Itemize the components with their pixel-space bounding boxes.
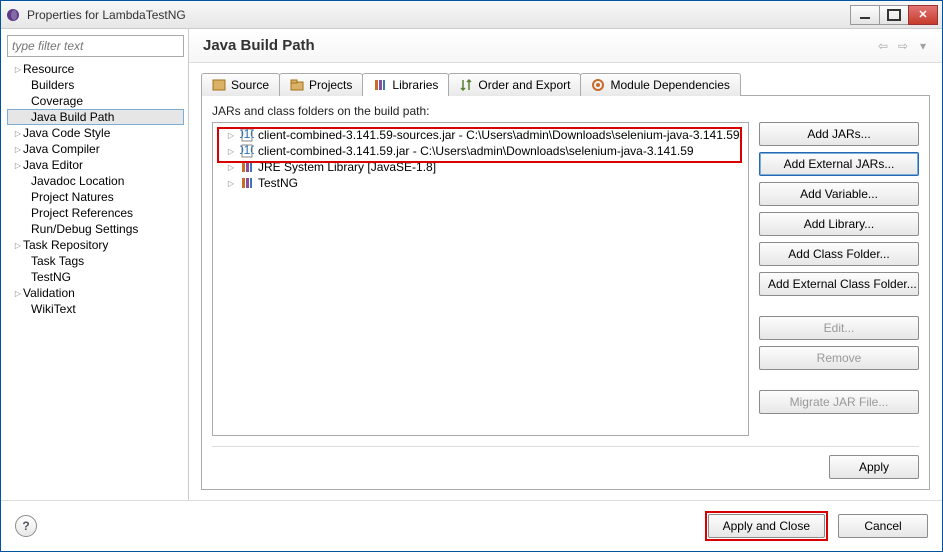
tree-item-project-references[interactable]: Project References <box>7 205 184 221</box>
source-icon <box>212 78 226 92</box>
migrate-jar-button[interactable]: Migrate JAR File... <box>759 390 919 414</box>
window-minimize-button[interactable] <box>850 5 880 25</box>
tab-module-dependencies[interactable]: Module Dependencies <box>580 73 740 96</box>
tree-item-project-natures[interactable]: Project Natures <box>7 189 184 205</box>
tree-item-task-tags[interactable]: Task Tags <box>7 253 184 269</box>
libraries-panel: JARs and class folders on the build path… <box>201 95 930 490</box>
add-variable-button[interactable]: Add Variable... <box>759 182 919 206</box>
tree-label: Coverage <box>31 94 83 108</box>
tree-item-wikitext[interactable]: WikiText <box>7 301 184 317</box>
highlight-annotation: Apply and Close <box>705 511 828 541</box>
module-icon <box>591 78 605 92</box>
dialog-footer: ? Apply and Close Cancel <box>1 500 942 551</box>
tree-label: Javadoc Location <box>31 174 124 188</box>
tree-label: Project References <box>31 206 133 220</box>
nav-menu-icon[interactable]: ▾ <box>916 39 930 53</box>
add-external-class-folder-button[interactable]: Add External Class Folder... <box>759 272 919 296</box>
tab-label: Module Dependencies <box>610 78 729 92</box>
tree-label: Java Code Style <box>23 126 110 140</box>
library-icon <box>240 176 254 190</box>
tree-label: Validation <box>23 286 75 300</box>
tree-label: Builders <box>31 78 74 92</box>
tree-label: TestNG <box>31 270 71 284</box>
svg-text:010: 010 <box>240 128 254 141</box>
tab-order-export[interactable]: Order and Export <box>448 73 581 96</box>
add-class-folder-button[interactable]: Add Class Folder... <box>759 242 919 266</box>
tree-item-resource[interactable]: ▷Resource <box>7 61 184 77</box>
item-label: JRE System Library [JavaSE-1.8] <box>258 160 436 174</box>
tree-item-validation[interactable]: ▷Validation <box>7 285 184 301</box>
tree-item-run-debug-settings[interactable]: Run/Debug Settings <box>7 221 184 237</box>
jar-icon: 010 <box>240 144 254 158</box>
tree-label: Task Repository <box>23 238 108 252</box>
panel-label: JARs and class folders on the build path… <box>212 104 919 118</box>
list-item[interactable]: ▷TestNG <box>216 175 745 191</box>
window-title: Properties for LambdaTestNG <box>27 8 851 22</box>
tree-item-builders[interactable]: Builders <box>7 77 184 93</box>
tree-label: Resource <box>23 62 74 76</box>
list-item[interactable]: ▷010client-combined-3.141.59.jar - C:\Us… <box>216 143 745 159</box>
tree-label: Java Compiler <box>23 142 100 156</box>
tree-label: Project Natures <box>31 190 114 204</box>
cancel-button[interactable]: Cancel <box>838 514 928 538</box>
item-label: client-combined-3.141.59-sources.jar - C… <box>258 128 740 142</box>
tree-item-java-code-style[interactable]: ▷Java Code Style <box>7 125 184 141</box>
window-close-button[interactable] <box>908 5 938 25</box>
eclipse-icon <box>5 7 21 23</box>
category-tree[interactable]: ▷Resource Builders Coverage Java Build P… <box>7 61 184 496</box>
tree-label: Java Editor <box>23 158 83 172</box>
sidebar: ▷Resource Builders Coverage Java Build P… <box>1 29 189 500</box>
edit-button[interactable]: Edit... <box>759 316 919 340</box>
tree-item-task-repository[interactable]: ▷Task Repository <box>7 237 184 253</box>
library-icon <box>240 160 254 174</box>
help-icon[interactable]: ? <box>15 515 37 537</box>
nav-back-icon[interactable]: ⇦ <box>876 39 890 53</box>
title-bar: Properties for LambdaTestNG <box>1 1 942 29</box>
page-title: Java Build Path <box>203 37 876 54</box>
main-panel: Java Build Path ⇦ ⇨ ▾ Source Projects Li… <box>189 29 942 500</box>
apply-and-close-button[interactable]: Apply and Close <box>708 514 825 538</box>
order-icon <box>459 78 473 92</box>
tree-label: WikiText <box>31 302 76 316</box>
tab-label: Order and Export <box>478 78 570 92</box>
window-maximize-button[interactable] <box>879 5 909 25</box>
filter-input[interactable] <box>7 35 184 57</box>
tree-label: Run/Debug Settings <box>31 222 138 236</box>
tab-source[interactable]: Source <box>201 73 280 96</box>
remove-button[interactable]: Remove <box>759 346 919 370</box>
tree-label: Task Tags <box>31 254 84 268</box>
tree-item-java-build-path[interactable]: Java Build Path <box>7 109 184 125</box>
libraries-icon <box>373 78 387 92</box>
classpath-list[interactable]: ▷010client-combined-3.141.59-sources.jar… <box>212 122 749 436</box>
list-item[interactable]: ▷JRE System Library [JavaSE-1.8] <box>216 159 745 175</box>
list-item[interactable]: ▷010client-combined-3.141.59-sources.jar… <box>216 127 745 143</box>
button-column: Add JARs... Add External JARs... Add Var… <box>759 122 919 436</box>
tab-label: Source <box>231 78 269 92</box>
add-library-button[interactable]: Add Library... <box>759 212 919 236</box>
tab-bar: Source Projects Libraries Order and Expo… <box>201 73 930 96</box>
tree-item-java-editor[interactable]: ▷Java Editor <box>7 157 184 173</box>
svg-text:010: 010 <box>240 144 254 157</box>
apply-button[interactable]: Apply <box>829 455 919 479</box>
tab-libraries[interactable]: Libraries <box>362 73 449 96</box>
tab-label: Libraries <box>392 78 438 92</box>
nav-forward-icon[interactable]: ⇨ <box>896 39 910 53</box>
add-external-jars-button[interactable]: Add External JARs... <box>759 152 919 176</box>
item-label: TestNG <box>258 176 298 190</box>
tree-item-javadoc-location[interactable]: Javadoc Location <box>7 173 184 189</box>
add-jars-button[interactable]: Add JARs... <box>759 122 919 146</box>
jar-icon: 010 <box>240 128 254 142</box>
item-label: client-combined-3.141.59.jar - C:\Users\… <box>258 144 694 158</box>
tab-label: Projects <box>309 78 352 92</box>
tree-label: Java Build Path <box>31 110 114 124</box>
tree-item-testng[interactable]: TestNG <box>7 269 184 285</box>
tree-item-coverage[interactable]: Coverage <box>7 93 184 109</box>
tree-item-java-compiler[interactable]: ▷Java Compiler <box>7 141 184 157</box>
tab-projects[interactable]: Projects <box>279 73 363 96</box>
projects-icon <box>290 78 304 92</box>
